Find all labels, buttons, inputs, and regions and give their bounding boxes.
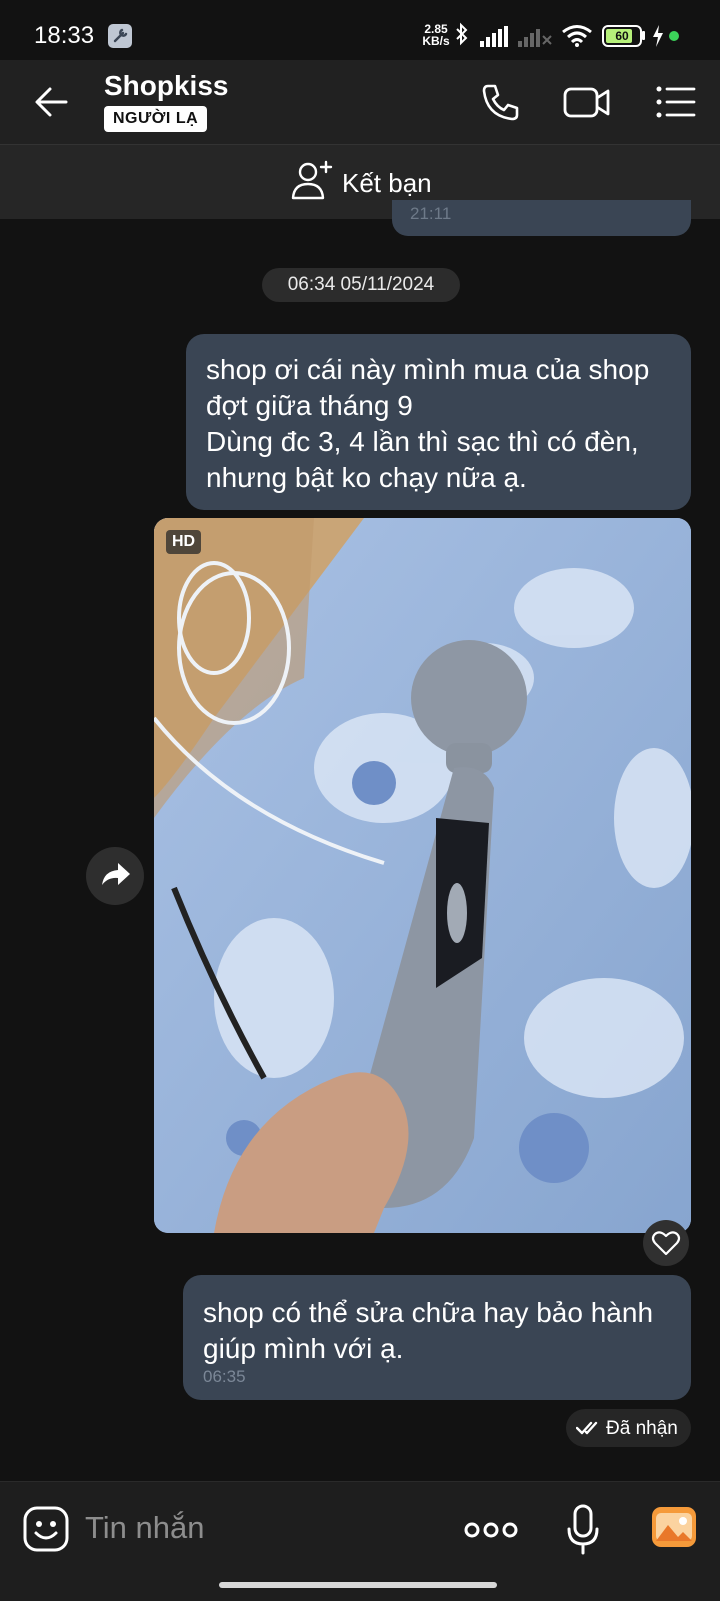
message-text: shop ơi cái này mình mua của shop đợt gi… <box>206 352 676 496</box>
like-button[interactable] <box>643 1220 689 1266</box>
hd-badge: HD <box>166 530 202 554</box>
video-call-button[interactable] <box>562 80 612 124</box>
add-friend-label[interactable]: Kết bạn <box>342 168 432 199</box>
battery-tip <box>642 31 645 40</box>
net-speed-unit: KB/s <box>422 34 450 48</box>
menu-button[interactable] <box>654 80 698 124</box>
stranger-badge: NGƯỜI LẠ <box>104 106 208 132</box>
sticker-button[interactable] <box>22 1505 70 1553</box>
add-friend-button[interactable] <box>290 158 338 202</box>
wrench-icon <box>108 24 132 48</box>
message-line: Dùng đc 3, 4 lần thì sạc thì có đèn, <box>206 426 639 457</box>
message-input[interactable]: Tin nhắn <box>85 1510 205 1546</box>
message-line: shop có thể sửa chữa hay bảo hành <box>203 1297 654 1328</box>
sticker-smile-icon <box>23 1506 69 1552</box>
gesture-handle[interactable] <box>219 1582 497 1588</box>
previous-message-time: 21:11 <box>410 204 452 223</box>
call-button[interactable] <box>478 80 522 124</box>
video-camera-icon <box>563 87 610 118</box>
more-dots-icon <box>464 1522 518 1538</box>
battery-level: 60 <box>615 29 629 43</box>
message-line: nhưng bật ko chạy nữa ạ. <box>206 462 527 493</box>
add-person-icon <box>291 160 333 200</box>
photo-message[interactable] <box>154 518 691 1233</box>
phone-icon <box>482 84 519 121</box>
message-text: shop có thể sửa chữa hay bảo hành giúp m… <box>203 1295 678 1367</box>
message-line: giúp mình với ạ. <box>203 1333 404 1364</box>
image-gallery-icon <box>652 1507 696 1547</box>
message-line: shop ơi cái này mình mua của shop <box>206 354 650 385</box>
more-button[interactable] <box>464 1510 518 1550</box>
battery-icon: 60 <box>602 25 642 47</box>
back-arrow-icon <box>35 87 68 117</box>
share-button[interactable] <box>86 847 144 905</box>
double-check-icon <box>576 1421 598 1435</box>
wifi-icon <box>562 25 592 47</box>
net-speed: 2.85 KB/s <box>419 23 453 47</box>
back-button[interactable] <box>30 80 74 124</box>
product-photo <box>154 518 691 1233</box>
signal-off-icon <box>518 29 552 47</box>
status-dot <box>669 31 679 41</box>
heart-icon <box>651 1231 681 1256</box>
gallery-button[interactable] <box>650 1505 698 1549</box>
contact-name[interactable]: Shopkiss <box>104 70 228 102</box>
microphone-icon <box>567 1504 599 1555</box>
signal-icon <box>480 26 508 47</box>
voice-button[interactable] <box>565 1503 601 1557</box>
list-menu-icon <box>656 86 696 118</box>
charging-icon <box>653 25 663 47</box>
share-forward-icon <box>102 863 130 885</box>
bluetooth-icon <box>456 22 468 46</box>
message-line: đợt giữa tháng 9 <box>206 390 413 421</box>
date-separator: 06:34 05/11/2024 <box>262 268 460 302</box>
receipt-label: Đã nhận <box>606 1418 678 1439</box>
message-bubble[interactable]: shop ơi cái này mình mua của shop đợt gi… <box>186 334 691 510</box>
message-bubble[interactable]: shop có thể sửa chữa hay bảo hành giúp m… <box>183 1275 691 1400</box>
status-time: 18:33 <box>34 22 95 49</box>
message-time: 06:35 <box>203 1367 246 1386</box>
previous-message-bubble: 21:11 <box>392 200 691 236</box>
